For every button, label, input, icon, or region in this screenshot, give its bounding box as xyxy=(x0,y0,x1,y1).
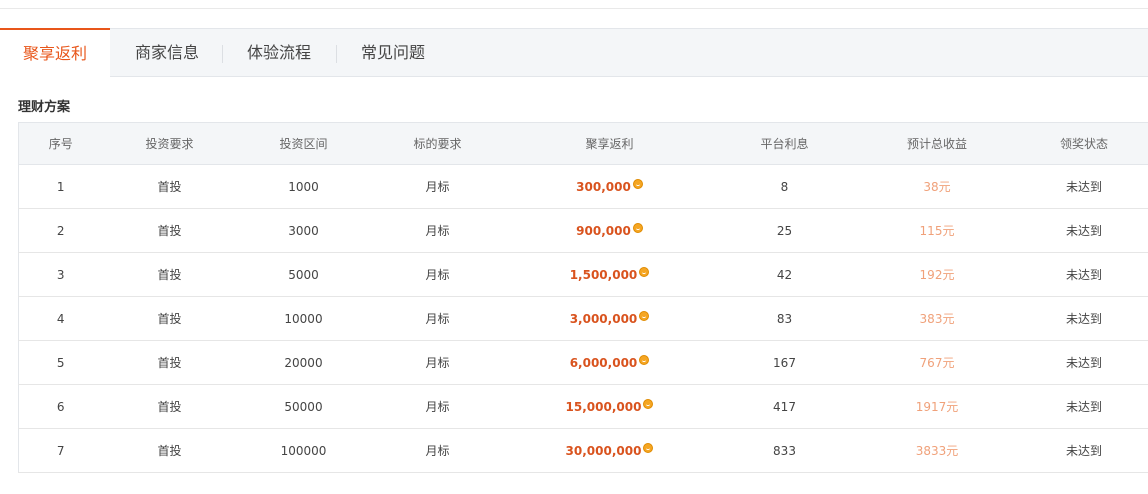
cell-investment-range: 50000 xyxy=(236,384,371,429)
plan-table: 序号 投资要求 投资区间 标的要求 聚享返利 平台利息 预计总收益 领奖状态 1… xyxy=(18,122,1148,473)
cell-expected-total: 38元 xyxy=(854,164,1020,209)
cell-index: 3 xyxy=(18,252,103,297)
cell-target-requirement: 月标 xyxy=(370,384,505,429)
header-investment-requirement: 投资要求 xyxy=(102,122,237,165)
cell-index: 7 xyxy=(18,428,103,473)
table-row: 2 首投 3000 月标 900,000 25 115元 未达到 xyxy=(18,208,1148,253)
cell-investment-requirement: 首投 xyxy=(102,340,237,385)
cell-index: 4 xyxy=(18,296,103,341)
cell-index: 5 xyxy=(18,340,103,385)
section-title: 理财方案 xyxy=(18,100,71,115)
coin-icon xyxy=(639,267,650,277)
cell-investment-requirement: 首投 xyxy=(102,252,237,297)
rebate-value: 3,000,000 xyxy=(569,312,638,326)
table-row: 5 首投 20000 月标 6,000,000 167 767元 未达到 xyxy=(18,340,1148,385)
cell-investment-requirement: 首投 xyxy=(102,296,237,341)
cell-target-requirement: 月标 xyxy=(370,252,505,297)
header-investment-range: 投资区间 xyxy=(236,122,371,165)
table-row: 3 首投 5000 月标 1,500,000 42 192元 未达到 xyxy=(18,252,1148,297)
cell-investment-requirement: 首投 xyxy=(102,164,237,209)
cell-investment-range: 3000 xyxy=(236,208,371,253)
cell-award-status: 未达到 xyxy=(1019,208,1148,253)
cell-award-status: 未达到 xyxy=(1019,252,1148,297)
rebate-value: 6,000,000 xyxy=(569,356,638,370)
cell-investment-requirement: 首投 xyxy=(102,208,237,253)
cell-expected-total: 115元 xyxy=(854,208,1020,253)
rebate-value: 15,000,000 xyxy=(565,400,642,414)
cell-target-requirement: 月标 xyxy=(370,340,505,385)
cell-award-status: 未达到 xyxy=(1019,296,1148,341)
cell-expected-total: 192元 xyxy=(854,252,1020,297)
cell-investment-range: 100000 xyxy=(236,428,371,473)
cell-rebate: 3,000,000 xyxy=(504,296,715,341)
header-index: 序号 xyxy=(18,122,103,165)
cell-rebate: 6,000,000 xyxy=(504,340,715,385)
cell-award-status: 未达到 xyxy=(1019,164,1148,209)
coin-icon xyxy=(632,223,643,233)
tab-rebate[interactable]: 聚享返利 xyxy=(0,28,110,77)
tab-bar: 聚享返利 商家信息 体验流程 常见问题 xyxy=(0,28,1148,77)
coin-icon xyxy=(639,355,650,365)
cell-award-status: 未达到 xyxy=(1019,428,1148,473)
cell-investment-requirement: 首投 xyxy=(102,384,237,429)
cell-investment-range: 10000 xyxy=(236,296,371,341)
top-divider xyxy=(0,0,1148,9)
cell-target-requirement: 月标 xyxy=(370,164,505,209)
tab-separator xyxy=(336,45,337,63)
cell-platform-interest: 833 xyxy=(714,428,855,473)
table-row: 7 首投 100000 月标 30,000,000 833 3833元 未达到 xyxy=(18,428,1148,473)
rebate-value: 300,000 xyxy=(576,180,631,194)
rebate-value: 30,000,000 xyxy=(565,444,642,458)
rebate-value: 900,000 xyxy=(576,224,631,238)
tab-separator xyxy=(222,45,223,63)
header-platform-interest: 平台利息 xyxy=(714,122,855,165)
cell-expected-total: 767元 xyxy=(854,340,1020,385)
cell-award-status: 未达到 xyxy=(1019,340,1148,385)
header-expected-total: 预计总收益 xyxy=(854,122,1020,165)
cell-index: 6 xyxy=(18,384,103,429)
table-row: 1 首投 1000 月标 300,000 8 38元 未达到 xyxy=(18,164,1148,209)
cell-rebate: 30,000,000 xyxy=(504,428,715,473)
coin-icon xyxy=(639,311,650,321)
cell-rebate: 900,000 xyxy=(504,208,715,253)
cell-investment-range: 5000 xyxy=(236,252,371,297)
header-target-requirement: 标的要求 xyxy=(370,122,505,165)
cell-target-requirement: 月标 xyxy=(370,208,505,253)
cell-index: 2 xyxy=(18,208,103,253)
cell-target-requirement: 月标 xyxy=(370,296,505,341)
cell-platform-interest: 42 xyxy=(714,252,855,297)
cell-platform-interest: 25 xyxy=(714,208,855,253)
cell-index: 1 xyxy=(18,164,103,209)
tab-faq[interactable]: 常见问题 xyxy=(340,28,446,77)
cell-investment-requirement: 首投 xyxy=(102,428,237,473)
cell-expected-total: 3833元 xyxy=(854,428,1020,473)
tab-experience-flow[interactable]: 体验流程 xyxy=(226,28,332,77)
cell-rebate: 1,500,000 xyxy=(504,252,715,297)
cell-expected-total: 1917元 xyxy=(854,384,1020,429)
table-header-row: 序号 投资要求 投资区间 标的要求 聚享返利 平台利息 预计总收益 领奖状态 xyxy=(18,122,1148,165)
coin-icon xyxy=(632,179,643,189)
cell-rebate: 15,000,000 xyxy=(504,384,715,429)
cell-award-status: 未达到 xyxy=(1019,384,1148,429)
header-rebate: 聚享返利 xyxy=(504,122,715,165)
cell-platform-interest: 167 xyxy=(714,340,855,385)
cell-platform-interest: 417 xyxy=(714,384,855,429)
rebate-value: 1,500,000 xyxy=(569,268,638,282)
cell-investment-range: 20000 xyxy=(236,340,371,385)
cell-target-requirement: 月标 xyxy=(370,428,505,473)
table-row: 4 首投 10000 月标 3,000,000 83 383元 未达到 xyxy=(18,296,1148,341)
tab-merchant-info[interactable]: 商家信息 xyxy=(114,28,220,77)
table-row: 6 首投 50000 月标 15,000,000 417 1917元 未达到 xyxy=(18,384,1148,429)
cell-expected-total: 383元 xyxy=(854,296,1020,341)
header-award-status: 领奖状态 xyxy=(1019,122,1148,165)
cell-rebate: 300,000 xyxy=(504,164,715,209)
coin-icon xyxy=(643,443,654,453)
cell-platform-interest: 83 xyxy=(714,296,855,341)
coin-icon xyxy=(643,399,654,409)
cell-investment-range: 1000 xyxy=(236,164,371,209)
cell-platform-interest: 8 xyxy=(714,164,855,209)
